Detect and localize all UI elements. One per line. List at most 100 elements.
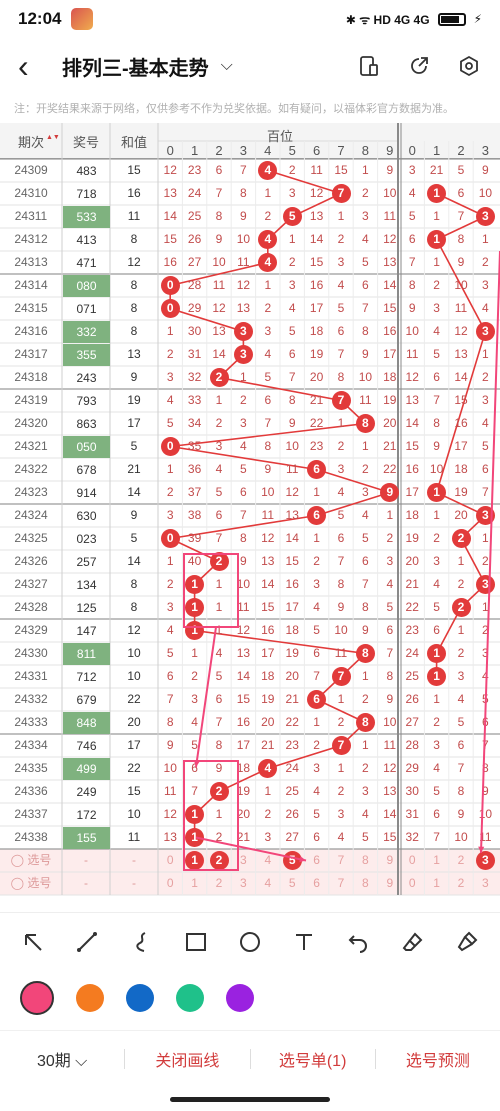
pick-digit-tens[interactable]: 2 — [449, 872, 473, 895]
hundreds-digit-ball[interactable]: 6 — [307, 460, 327, 479]
hundreds-digit-ball[interactable]: 1 — [185, 598, 205, 617]
miss-count: 5 — [166, 646, 174, 660]
color-swatch-blue[interactable] — [126, 984, 154, 1012]
miss-count: 11 — [334, 646, 348, 660]
freehand-tool-icon[interactable] — [127, 927, 157, 957]
tens-digit-ball[interactable]: 3 — [475, 207, 495, 226]
hundreds-digit-ball[interactable]: 7 — [331, 391, 351, 410]
hundreds-digit-ball[interactable]: 1 — [185, 828, 205, 847]
pick-digit[interactable]: 7 — [329, 872, 353, 895]
hundreds-digit-ball[interactable]: 2 — [209, 368, 229, 387]
hundreds-digit-ball[interactable]: 0 — [160, 437, 180, 456]
tens-digit-ball[interactable]: 1 — [427, 230, 447, 249]
hundreds-digit-ball[interactable]: 3 — [233, 322, 253, 341]
eraser-icon[interactable] — [398, 927, 428, 957]
pick-list-button[interactable]: 选号单(1) — [251, 1047, 375, 1071]
pick-ball[interactable]: 1 — [185, 851, 205, 870]
pick-ball[interactable]: 5 — [282, 851, 302, 870]
hundreds-digit-ball[interactable]: 3 — [233, 345, 253, 364]
device-icon[interactable] — [356, 53, 382, 79]
hundreds-digit-ball[interactable]: 0 — [160, 529, 180, 548]
pick-digit[interactable]: 4 — [256, 849, 280, 872]
pick-predict-button[interactable]: 选号预测 — [376, 1047, 500, 1071]
pick-digit[interactable]: 2 — [207, 872, 231, 895]
tens-digit-ball[interactable]: 3 — [475, 322, 495, 341]
sort-icon[interactable]: ▲▼ — [46, 134, 60, 141]
pick-ball-tens[interactable]: 3 — [475, 851, 495, 870]
text-tool-icon[interactable] — [289, 927, 319, 957]
chevron-down-icon[interactable]: ⌵ — [221, 57, 233, 75]
share-icon[interactable] — [406, 53, 432, 79]
tens-digit-ball[interactable]: 1 — [427, 483, 447, 502]
tens-digit-ball[interactable]: 1 — [427, 644, 447, 663]
pick-digit[interactable]: 8 — [353, 872, 377, 895]
hundreds-digit-ball[interactable]: 0 — [160, 276, 180, 295]
pick-row-label[interactable]: ◯ 选号 — [0, 872, 62, 895]
tens-digit-ball[interactable]: 3 — [475, 506, 495, 525]
pick-digit[interactable]: 3 — [231, 872, 255, 895]
pick-digit-tens[interactable]: 1 — [424, 849, 448, 872]
pick-digit[interactable]: 0 — [158, 872, 182, 895]
hundreds-digit-ball[interactable]: 1 — [185, 621, 205, 640]
miss-count: 6 — [386, 623, 394, 637]
hundreds-digit-ball[interactable]: 7 — [331, 736, 351, 755]
color-swatch-green[interactable] — [176, 984, 204, 1012]
miss-count: 31 — [187, 347, 202, 361]
trend-table[interactable]: 期次 ▲▼ 奖号 和值 百位 0 1 2 3 4 5 6 7 8 9 0 1 2 3 24309 483 15 12 23 6 7… — [0, 123, 500, 910]
hundreds-digit-ball[interactable]: 1 — [185, 575, 205, 594]
hundreds-digit-ball[interactable]: 7 — [331, 184, 351, 203]
color-swatch-purple[interactable] — [226, 984, 254, 1012]
hundreds-digit-ball[interactable]: 1 — [185, 805, 205, 824]
pick-digit[interactable]: 3 — [231, 849, 255, 872]
color-swatch-orange[interactable] — [76, 984, 104, 1012]
hundreds-digit-ball[interactable]: 0 — [160, 299, 180, 318]
circle-tool-icon[interactable] — [235, 927, 265, 957]
tens-digit-ball[interactable]: 1 — [427, 184, 447, 203]
rectangle-tool-icon[interactable] — [181, 927, 211, 957]
pick-digit[interactable]: 6 — [304, 872, 328, 895]
arrow-tool-icon[interactable] — [18, 927, 48, 957]
line-tool-icon[interactable] — [72, 927, 102, 957]
pick-ball[interactable]: 2 — [209, 851, 229, 870]
pick-digit-tens[interactable]: 3 — [473, 872, 497, 895]
close-drawing-button[interactable]: 关闭画线 — [125, 1047, 249, 1071]
settings-icon[interactable] — [456, 53, 482, 79]
hundreds-digit-ball[interactable]: 8 — [355, 644, 375, 663]
tens-digit-ball[interactable]: 2 — [451, 598, 471, 617]
miss-count: 17 — [236, 738, 251, 752]
hundreds-digit-ball[interactable]: 5 — [282, 207, 302, 226]
pick-digit-tens[interactable]: 0 — [400, 849, 424, 872]
miss-count: 7 — [313, 669, 320, 683]
undo-icon[interactable] — [343, 927, 373, 957]
pick-digit[interactable]: 9 — [378, 849, 402, 872]
pick-digit-tens[interactable]: 1 — [424, 872, 448, 895]
hundreds-digit-ball[interactable]: 7 — [331, 667, 351, 686]
back-arrow-icon[interactable]: ‹ — [18, 50, 48, 82]
pick-digit-tens[interactable]: 0 — [400, 872, 424, 895]
pick-digit[interactable]: 4 — [256, 872, 280, 895]
tens-digit-ball[interactable]: 1 — [427, 667, 447, 686]
pick-row-label[interactable]: ◯ 选号 — [0, 849, 62, 872]
row-period: 24327 — [14, 577, 48, 591]
period-selector[interactable]: 30期 ⌵ — [0, 1047, 124, 1071]
tens-digit-ball[interactable]: 2 — [451, 529, 471, 548]
miss-count: 11 — [454, 301, 468, 315]
hundreds-digit-ball[interactable]: 8 — [355, 414, 375, 433]
hundreds-digit-ball[interactable]: 2 — [209, 782, 229, 801]
pick-digit[interactable]: 9 — [378, 872, 402, 895]
pick-digit[interactable]: 5 — [280, 872, 304, 895]
page-title[interactable]: 排列三-基本走势 — [62, 52, 209, 81]
hundreds-digit-ball[interactable]: 6 — [307, 690, 327, 709]
pick-digit-tens[interactable]: 2 — [449, 849, 473, 872]
pick-digit[interactable]: 1 — [182, 872, 206, 895]
hundreds-digit-ball[interactable]: 8 — [355, 713, 375, 732]
tens-digit-ball[interactable]: 3 — [475, 575, 495, 594]
pick-digit[interactable]: 0 — [158, 849, 182, 872]
hundreds-digit-ball[interactable]: 6 — [307, 506, 327, 525]
pick-digit[interactable]: 7 — [329, 849, 353, 872]
color-swatch-pink[interactable] — [20, 981, 54, 1015]
hundreds-digit-ball[interactable]: 2 — [209, 552, 229, 571]
pick-digit[interactable]: 8 — [353, 849, 377, 872]
clear-brush-icon[interactable] — [452, 927, 482, 957]
pick-digit[interactable]: 6 — [304, 849, 328, 872]
